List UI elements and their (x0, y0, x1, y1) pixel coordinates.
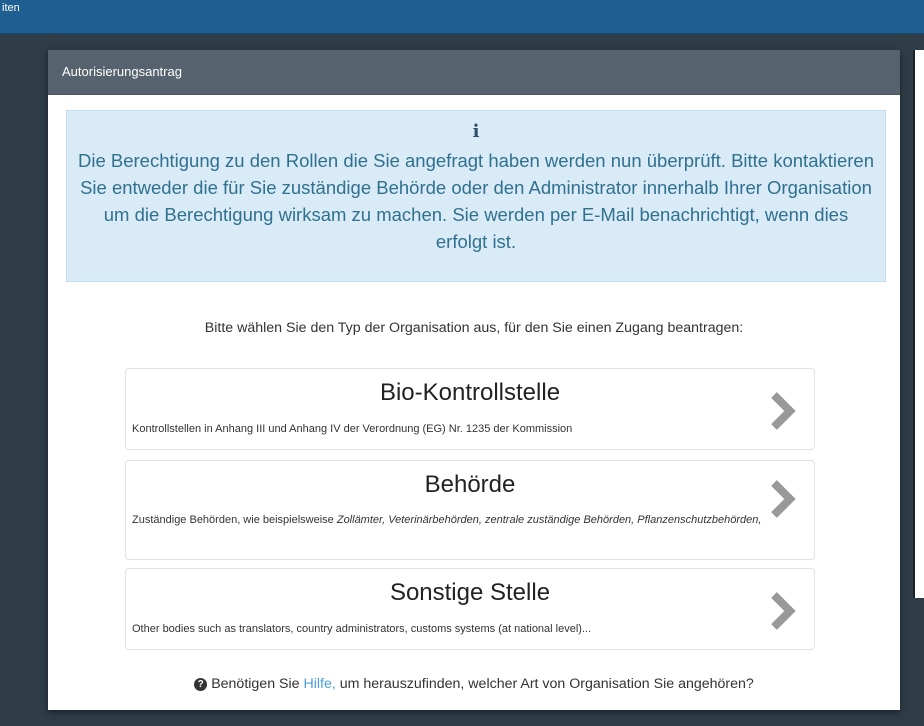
organization-type-prompt: Bitte wählen Sie den Typ der Organisatio… (204, 320, 744, 336)
option-title: Bio-Kontrollstelle (379, 379, 561, 406)
modal-title: Autorisierungsantrag (62, 64, 182, 79)
chevron-right-icon (771, 480, 796, 518)
info-icon: i (472, 121, 480, 142)
option-description: Kontrollstellen in Anhang III und Anhang… (132, 423, 573, 435)
modal-header: Autorisierungsantrag (48, 50, 900, 95)
option-title: Sonstige Stelle (389, 579, 551, 606)
option-description-examples: Zollämter, Veterinärbehörden, zentrale z… (336, 514, 762, 526)
navbar-text[interactable]: iten (2, 2, 20, 14)
authorization-modal: Autorisierungsantrag i Die Berechtigung … (48, 50, 900, 710)
chevron-right-icon (771, 592, 796, 630)
question-circle-icon: ? (194, 678, 208, 691)
option-description: Zuständige Behörden, wie beispielsweise … (132, 513, 774, 528)
option-bio-kontrollstelle[interactable]: Bio-Kontrollstelle Kontrollstellen in An… (125, 368, 815, 450)
help-text: ? Benötigen Sie Hilfe, um herauszufinden,… (48, 676, 900, 692)
top-navbar: iten (0, 0, 924, 34)
option-title: Behörde (424, 471, 516, 498)
chevron-right-icon (771, 392, 796, 430)
option-description-text: Zuständige Behörden, wie beispielsweise (132, 514, 337, 526)
help-text-after: um herauszufinden, welcher Art von Organ… (335, 676, 754, 692)
option-behoerde[interactable]: Behörde Zuständige Behörden, wie beispie… (125, 460, 815, 560)
help-link[interactable]: Hilfe, (303, 676, 335, 692)
option-description: Other bodies such as translators, countr… (132, 623, 592, 635)
help-text-before: Benötigen Sie (211, 676, 304, 692)
background-panel-edge (913, 50, 924, 598)
option-sonstige-stelle[interactable]: Sonstige Stelle Other bodies such as tra… (125, 568, 815, 650)
alert-message: Die Berechtigung zu den Rollen die Sie a… (77, 150, 875, 252)
info-alert: i Die Berechtigung zu den Rollen die Sie… (66, 110, 886, 282)
